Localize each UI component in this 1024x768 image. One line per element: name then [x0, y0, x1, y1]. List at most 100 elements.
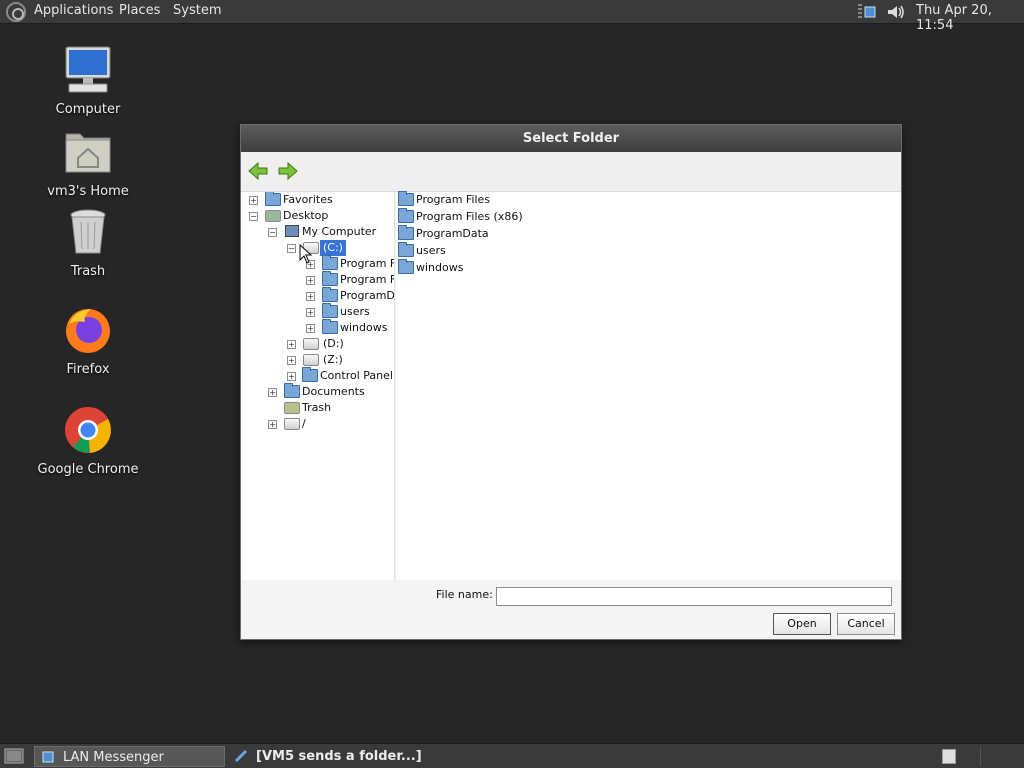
select-folder-dialog: Select Folder + Favorites − Desktop − My…	[240, 124, 902, 640]
menu-system[interactable]: System	[173, 3, 221, 18]
distro-logo-icon[interactable]	[6, 2, 26, 22]
desktop-icon-label: Google Chrome	[37, 462, 139, 477]
tree-item-program-files-x86[interactable]: + Program Fi	[306, 271, 395, 288]
list-item-label: users	[416, 244, 446, 257]
lan-messenger-icon	[42, 751, 54, 763]
dialog-toolbar	[241, 152, 901, 192]
folder-icon	[322, 287, 338, 302]
tree-item-desktop[interactable]: − Desktop	[249, 208, 389, 224]
tree-item-label: /	[302, 417, 306, 430]
desktop-icon-label: vm3's Home	[47, 184, 129, 199]
expand-icon[interactable]: +	[306, 292, 315, 301]
list-item[interactable]: ProgramData	[398, 225, 598, 242]
desktop-icon-firefox[interactable]: Firefox	[33, 306, 143, 377]
tree-item-label: (C:)	[320, 240, 346, 256]
menu-applications[interactable]: Applications	[34, 3, 113, 18]
collapse-icon[interactable]: −	[249, 212, 258, 221]
volume-icon[interactable]	[886, 4, 906, 20]
computer-icon	[285, 225, 299, 237]
folder-icon	[302, 367, 318, 382]
tree-item-label: Program Fi	[340, 273, 395, 286]
expand-icon[interactable]: +	[268, 420, 277, 429]
tree-item-favorites[interactable]: + Favorites	[249, 192, 389, 208]
tree-item-windows[interactable]: + windows	[306, 319, 394, 336]
desktop-icon-computer[interactable]: Computer	[33, 46, 143, 117]
tree-item-my-computer[interactable]: − My Computer	[268, 224, 392, 240]
tree-item-trash[interactable]: Trash	[268, 400, 392, 416]
tree-item-label: My Computer	[302, 225, 377, 238]
folder-icon	[322, 255, 338, 270]
tree-item-label: ProgramDa	[340, 289, 395, 302]
back-arrow-icon[interactable]	[247, 160, 269, 182]
show-desktop-icon[interactable]	[4, 747, 24, 765]
collapse-icon[interactable]: −	[287, 244, 296, 253]
list-item[interactable]: Program Files (x86)	[398, 208, 598, 225]
folder-icon	[398, 208, 414, 223]
list-item-label: Program Files (x86)	[416, 210, 523, 223]
tree-item-drive-d[interactable]: + (D:)	[287, 336, 393, 352]
taskbar-item-label: LAN Messenger	[63, 750, 164, 765]
desktop-icon-label: Firefox	[66, 362, 110, 377]
expand-icon[interactable]: +	[268, 388, 277, 397]
file-name-label: File name:	[436, 588, 493, 601]
forward-arrow-icon[interactable]	[277, 160, 299, 182]
expand-icon[interactable]: +	[306, 276, 315, 285]
home-folder-icon	[65, 133, 111, 173]
firefox-icon	[66, 309, 110, 353]
tree-item-drive-z[interactable]: + (Z:)	[287, 352, 393, 368]
panel-divider	[980, 747, 981, 766]
desktop-icon-trash[interactable]: Trash	[33, 208, 143, 279]
folder-icon	[398, 191, 414, 206]
taskbar-item-label: [VM5 sends a folder...]	[256, 749, 422, 764]
bottom-panel: LAN Messenger [VM5 sends a folder...]	[0, 743, 1024, 768]
workspace-switcher[interactable]	[942, 749, 956, 764]
list-item[interactable]: windows	[398, 259, 598, 276]
desktop-icon-home[interactable]: vm3's Home	[33, 128, 143, 199]
tree-item-label: Control Panel	[320, 369, 393, 382]
file-name-input[interactable]	[496, 587, 892, 606]
desktop-icon-chrome[interactable]: Google Chrome	[33, 406, 143, 477]
taskbar-item-lan-messenger[interactable]: LAN Messenger	[34, 746, 225, 767]
tree-item-label: Documents	[302, 385, 365, 398]
dialog-title[interactable]: Select Folder	[241, 125, 901, 152]
expand-icon[interactable]: +	[306, 324, 315, 333]
network-icon[interactable]	[862, 4, 878, 20]
clock[interactable]: Thu Apr 20, 11:54	[916, 3, 1024, 33]
expand-icon[interactable]: +	[249, 196, 258, 205]
expand-icon[interactable]: +	[287, 356, 296, 365]
expand-icon[interactable]: +	[287, 340, 296, 349]
tree-item-users[interactable]: + users	[306, 303, 394, 320]
folder-icon	[398, 259, 414, 274]
tree-item-control-panel[interactable]: + Control Panel	[287, 367, 393, 384]
open-button[interactable]: Open	[773, 613, 831, 635]
tree-item-programdata[interactable]: + ProgramDa	[306, 287, 395, 304]
chrome-icon	[65, 407, 111, 453]
collapse-icon[interactable]: −	[268, 228, 277, 237]
folder-icon	[322, 271, 338, 286]
folder-icon	[398, 225, 414, 240]
tree-item-label: Desktop	[283, 209, 329, 222]
list-item-label: Program Files	[416, 193, 491, 206]
list-item[interactable]: Program Files	[398, 191, 598, 208]
tree-item-program-files[interactable]: + Program Fi	[306, 255, 394, 272]
trash-icon	[284, 402, 300, 414]
trash-icon	[70, 209, 106, 254]
folder-tree[interactable]: + Favorites − Desktop − My Computer − (C…	[241, 192, 395, 580]
cancel-button[interactable]: Cancel	[837, 613, 895, 635]
list-item-label: windows	[416, 261, 464, 274]
tree-item-documents[interactable]: + Documents	[268, 383, 392, 400]
expand-icon[interactable]: +	[306, 308, 315, 317]
mouse-cursor-icon	[299, 244, 313, 264]
folder-contents-list[interactable]: Program Files Program Files (x86) Progra…	[396, 191, 901, 580]
list-item[interactable]: users	[398, 242, 598, 259]
dialog-footer: File name: Open Cancel	[241, 580, 901, 639]
expand-icon[interactable]: +	[287, 372, 296, 381]
taskbar-item-vm5-folder[interactable]: [VM5 sends a folder...]	[230, 746, 470, 767]
tree-item-root[interactable]: + /	[268, 416, 392, 432]
folder-icon	[398, 242, 414, 257]
menu-places[interactable]: Places	[119, 3, 160, 18]
folder-icon	[322, 303, 338, 318]
list-item-label: ProgramData	[416, 227, 489, 240]
drive-icon	[303, 338, 319, 350]
tree-item-label: (Z:)	[323, 353, 343, 366]
